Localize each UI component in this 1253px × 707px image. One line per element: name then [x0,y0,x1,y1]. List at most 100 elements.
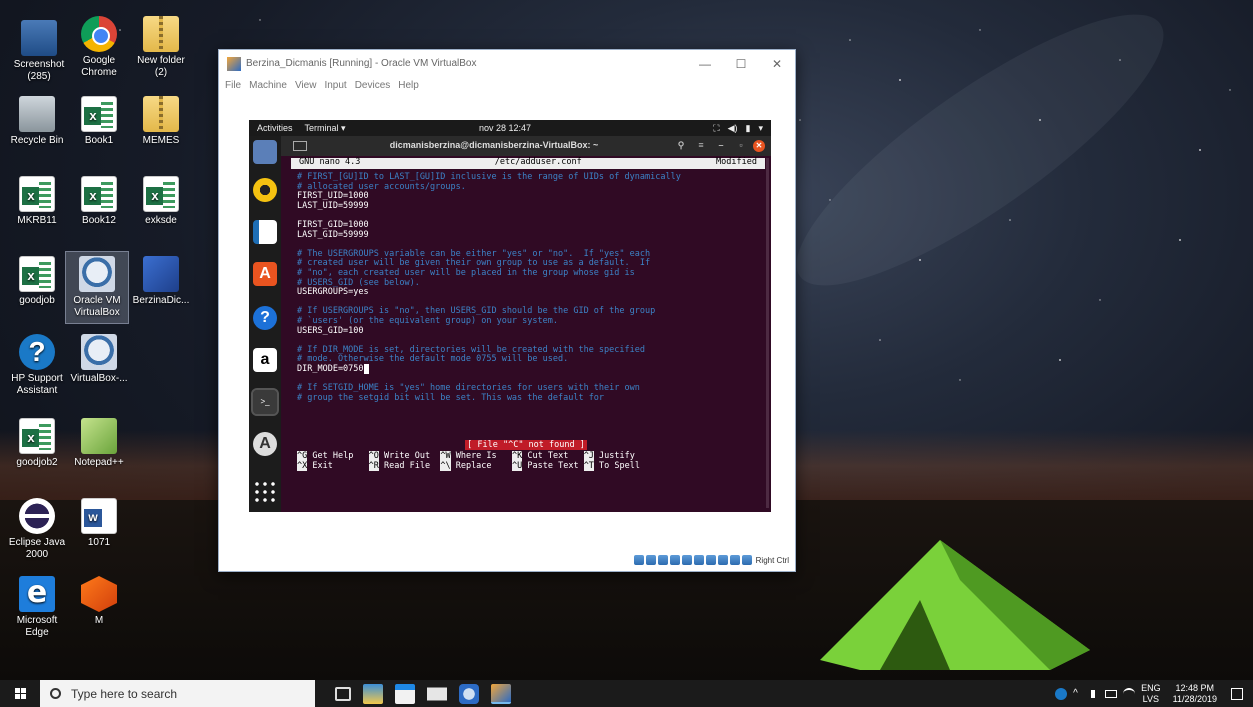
menu-file[interactable]: File [225,80,241,91]
excel-icon [143,176,179,212]
shared-folders-icon[interactable] [693,555,704,565]
nano-shortcut-key: ^G [297,451,308,461]
mouse-integration-icon[interactable] [741,555,752,565]
desktop-icon-memes[interactable]: MEMES [130,96,192,147]
desktop-icon-hp-support[interactable]: ? HP Support Assistant [4,334,70,397]
clock-time: 12:48 PM [1175,682,1215,693]
help-icon[interactable]: ? [253,306,277,330]
notifications-icon[interactable] [1231,687,1243,700]
desktop-icon-recycle-bin[interactable]: Recycle Bin [6,96,68,147]
menu-machine[interactable]: Machine [249,80,287,91]
text-cursor [363,363,369,374]
network-adapter-icon[interactable] [669,555,680,565]
software-updater-icon[interactable]: A [253,432,277,456]
show-applications-icon[interactable] [253,480,277,504]
desktop-icon-m[interactable]: M [68,576,130,627]
task-view-icon[interactable] [335,686,351,701]
software-center-icon[interactable]: A [253,262,277,286]
taskbar-pinned-apps [335,683,511,704]
cpu-icon[interactable] [729,555,740,565]
document-icon [19,176,55,212]
desktop-icon-book1[interactable]: Book1 [68,96,130,147]
minimize-button[interactable]: — [687,57,723,71]
maximize-button[interactable]: ☐ [723,57,759,71]
desktop-icon-goodjob[interactable]: goodjob [6,256,68,307]
desktop-icon-new-folder[interactable]: New folder (2) [130,16,192,79]
input-language[interactable]: ENG LVS [1141,683,1161,705]
desktop-icon-goodjob2[interactable]: goodjob2 [6,418,68,469]
menu-devices[interactable]: Devices [355,80,391,91]
terminal-app-menu[interactable]: Terminal ▾ [305,123,346,134]
desktop-icon-exksde[interactable]: exksde [130,176,192,227]
nano-shortcut-label: Exit [307,460,369,471]
close-button[interactable]: ✕ [759,57,795,71]
chrome-icon [81,16,117,52]
notepad-icon [81,418,117,454]
file-explorer-icon[interactable] [363,683,383,704]
hard-disk-icon[interactable] [633,555,644,565]
desktop-icon-chrome[interactable]: Google Chrome [68,16,130,79]
search-icon[interactable]: ⚲ [673,141,689,151]
menu-help[interactable]: Help [398,80,419,91]
desktop-icon-oracle-vm-virtualbox[interactable]: Oracle VM VirtualBox [65,251,129,324]
desktop-icon-label: goodjob2 [16,457,58,468]
desktop-icon-book12[interactable]: Book12 [68,176,130,227]
mail-icon[interactable] [427,687,447,701]
wifi-icon[interactable] [1123,687,1136,700]
volume-icon[interactable] [1091,689,1099,698]
hamburger-menu-icon[interactable]: ≡ [693,141,709,151]
rhythmbox-icon[interactable] [253,178,277,202]
ubuntu-clock[interactable]: nov 28 12:47 [479,123,531,133]
recording-icon[interactable] [717,555,728,565]
help-tray-icon[interactable] [1055,687,1068,700]
battery-icon[interactable] [1105,689,1118,698]
desktop-icon-virtualbox-installer[interactable]: VirtualBox-... [68,334,130,385]
nano-shortcut-label: Replace [450,460,513,471]
ubuntu-system-tray[interactable]: ⛶ ◀) ▮ ▾ [713,123,763,134]
desktop-icon-1071[interactable]: 1071 [68,498,130,549]
maximize-icon[interactable]: ▫ [733,141,749,151]
menu-view[interactable]: View [295,80,317,91]
desktop-icon-mkrb11[interactable]: MKRB11 [6,176,68,227]
files-icon[interactable] [253,140,277,164]
close-icon[interactable]: ✕ [753,140,765,152]
nano-version: GNU nano 4.3 [299,157,361,167]
desktop-icon-screenshot[interactable]: Screenshot (285) [8,20,70,83]
store-icon[interactable] [395,683,415,704]
usb-icon[interactable] [681,555,692,565]
libreoffice-writer-icon[interactable] [253,220,277,244]
audio-icon[interactable] [657,555,668,565]
desktop-icon-notepad-plus[interactable]: Notepad++ [68,418,130,469]
nano-editor-body[interactable]: # FIRST_[GU]ID to LAST_[GU]ID inclusive … [281,169,771,403]
virtualbox-window[interactable]: Berzina_Dicmanis [Running] - Oracle VM V… [218,49,796,572]
desktop-icon-label: exksde [145,215,177,226]
virtualbox-titlebar[interactable]: Berzina_Dicmanis [Running] - Oracle VM V… [219,50,795,77]
device-status-icons[interactable] [633,555,752,565]
desktop-icon-eclipse[interactable]: Eclipse Java 2000 [6,498,68,561]
start-button[interactable] [0,680,40,707]
desktop-icon-edge[interactable]: e Microsoft Edge [6,576,68,639]
menu-input[interactable]: Input [324,80,346,91]
desktop-icon-label: New folder (2) [137,55,185,78]
amazon-icon[interactable]: a [253,348,277,372]
terminal-icon[interactable]: >_ [251,388,279,416]
display-icon[interactable] [705,555,716,565]
terminal-scrollbar[interactable] [766,158,769,508]
taskbar-clock[interactable]: 12:48 PM 11/28/2019 [1173,683,1217,705]
virtualbox-vm-taskbar-icon[interactable] [491,683,511,704]
vm-display[interactable]: Activities Terminal ▾ nov 28 12:47 ⛶ ◀) … [249,120,771,512]
optical-drive-icon[interactable] [645,555,656,565]
system-tray: ^ ENG LVS 12:48 PM 11/28/2019 [1055,680,1253,707]
minimize-icon[interactable]: – [713,141,729,151]
chevron-up-icon[interactable]: ^ [1073,688,1085,700]
terminal-window[interactable]: dicmanisberzina@dicmanisberzina-VirtualB… [281,136,771,512]
desktop-icon-berzinadic[interactable]: BerzinaDic... [130,256,192,307]
desktop-icon-label: BerzinaDic... [132,295,190,306]
desktop-icon-label: Eclipse Java 2000 [8,537,66,560]
nano-shortcut-row: ^X Exit ^R Read File ^\ Replace ^U Paste… [297,460,655,472]
virtualbox-taskbar-icon[interactable] [459,683,479,704]
activities-button[interactable]: Activities [257,123,293,133]
terminal-headerbar[interactable]: dicmanisberzina@dicmanisberzina-VirtualB… [281,136,771,156]
taskbar-search-box[interactable]: Type here to search [40,680,315,707]
new-tab-icon[interactable] [293,141,307,151]
